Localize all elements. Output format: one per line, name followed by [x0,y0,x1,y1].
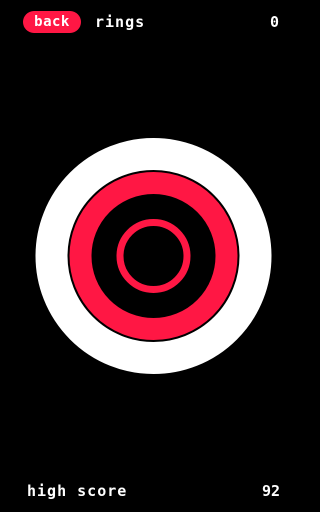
middle-ring [69,172,238,340]
inner-ring [116,219,191,293]
high-score-value: 92 [261,482,280,500]
game-title: rings [95,13,146,31]
current-score: 0 [269,13,279,31]
back-button[interactable]: back [23,11,81,33]
game-area[interactable] [0,0,307,512]
high-score-label: high score [27,482,128,500]
rings-canvas [35,138,272,374]
bottom-bar: high score 92 [0,472,307,512]
top-bar: back rings 0 [0,0,307,40]
